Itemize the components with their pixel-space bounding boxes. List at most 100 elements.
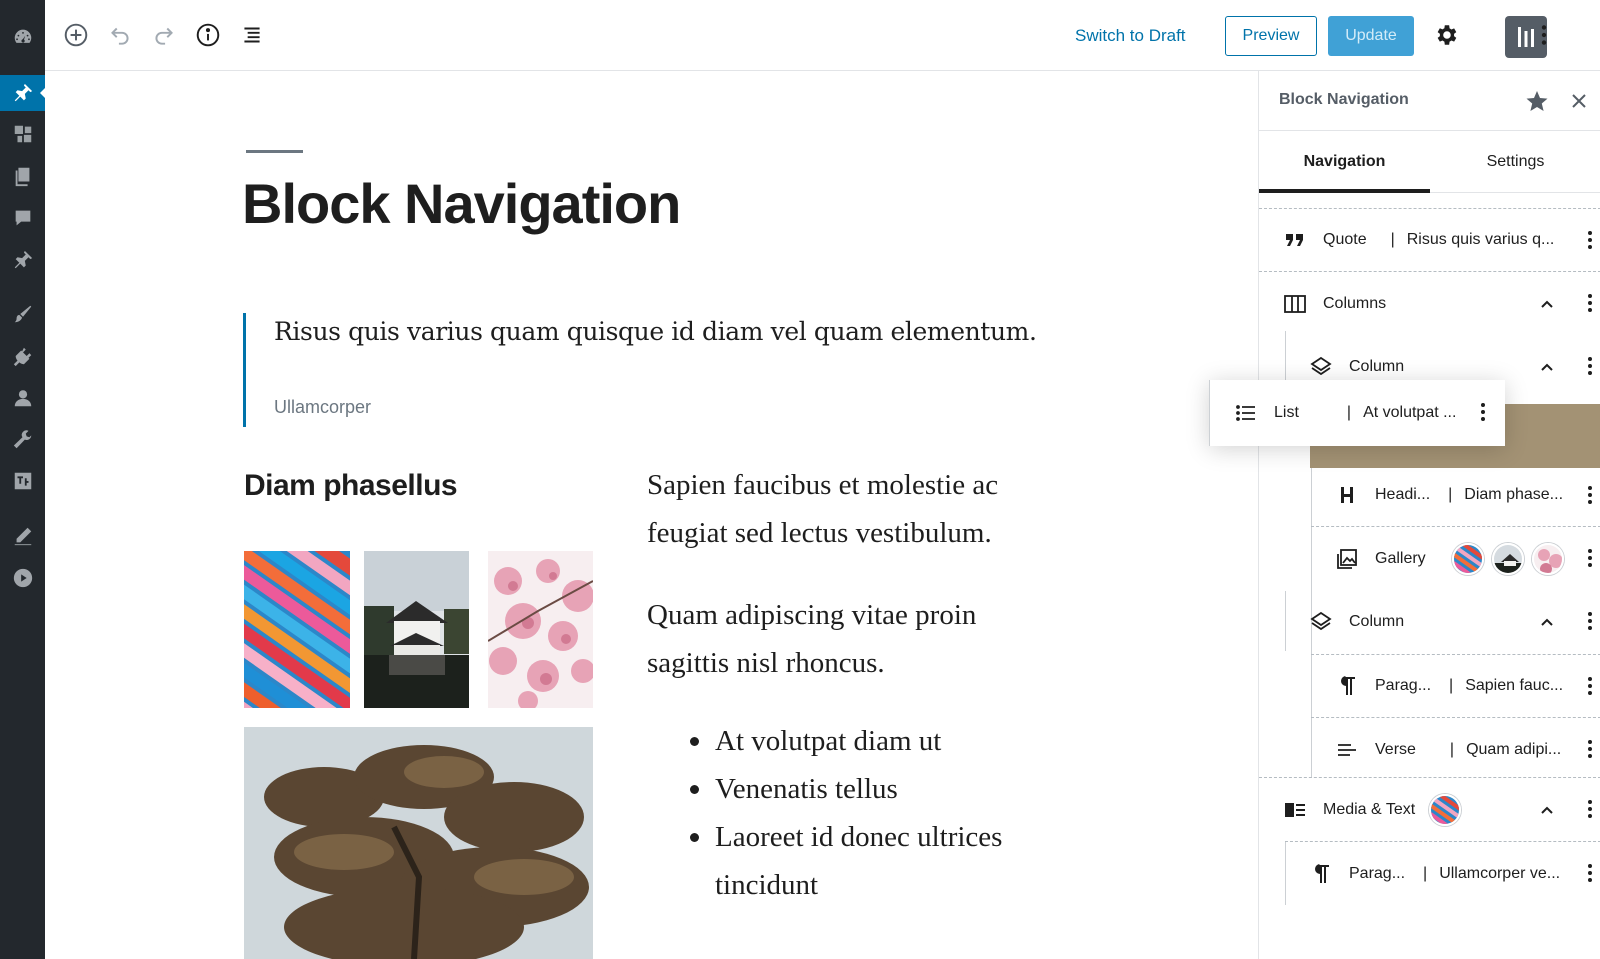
gallery-thumb-lanterns bbox=[1451, 543, 1484, 575]
list-item: Venenatis tellus bbox=[690, 765, 1005, 813]
settings-gear-icon[interactable] bbox=[1428, 17, 1464, 53]
quote-block[interactable]: Risus quis varius quam quisque id diam v… bbox=[243, 313, 1037, 427]
verse-line: Quam adipiscing vitae proin bbox=[647, 599, 977, 631]
nav-item-gallery[interactable]: Gallery bbox=[1311, 527, 1600, 591]
item-options-icon[interactable] bbox=[1587, 357, 1593, 377]
paragraph-icon bbox=[1307, 860, 1335, 888]
nav-item-column-2[interactable]: Column bbox=[1307, 590, 1600, 654]
update-button[interactable]: Update bbox=[1328, 16, 1414, 56]
star-icon[interactable] bbox=[1525, 89, 1549, 113]
pin-icon[interactable] bbox=[0, 242, 45, 278]
quote-icon bbox=[1281, 226, 1309, 254]
item-options-icon[interactable] bbox=[1587, 677, 1593, 697]
quote-text[interactable]: Risus quis varius quam quisque id diam v… bbox=[274, 317, 1037, 346]
switch-to-draft-link[interactable]: Switch to Draft bbox=[1075, 22, 1186, 50]
nav-item-paragraph[interactable]: Parag... | Sapien fauc... bbox=[1311, 654, 1600, 718]
list-item: Laoreet id donec ultrices tincidunt bbox=[690, 813, 1005, 909]
nav-item-separator: | bbox=[1390, 231, 1395, 248]
gallery-image-pine-tree[interactable] bbox=[244, 727, 593, 959]
verse-text[interactable]: Quam adipiscing vitae proin sagittis nis… bbox=[647, 591, 1027, 687]
preview-button[interactable]: Preview bbox=[1225, 16, 1317, 56]
nav-item-separator: | bbox=[1423, 864, 1428, 882]
drag-ghost-row: List | At volutpat ... bbox=[1210, 381, 1506, 445]
appearance-icon[interactable] bbox=[0, 296, 45, 332]
paragraph-icon bbox=[1333, 672, 1361, 700]
block-navigation-icon[interactable] bbox=[234, 17, 270, 53]
posts-pin-icon[interactable] bbox=[0, 75, 46, 111]
nav-item-label: Parag... bbox=[1349, 864, 1406, 882]
chevron-up-icon[interactable] bbox=[1539, 614, 1555, 630]
nav-item-preview: Sapien fauc... bbox=[1465, 677, 1564, 694]
admin-sidebar bbox=[0, 0, 46, 959]
dashboard-icon[interactable] bbox=[0, 19, 45, 55]
nav-item-heading[interactable]: Headi... | Diam phase... bbox=[1311, 463, 1600, 527]
bullet-list[interactable]: At volutpat diam ut Venenatis tellus Lao… bbox=[690, 717, 1005, 909]
gallery-image-lanterns[interactable] bbox=[244, 551, 350, 708]
paragraph-text[interactable]: Sapien faucibus et molestie ac feugiat s… bbox=[647, 461, 1007, 557]
heading-icon bbox=[1333, 481, 1361, 509]
post-title[interactable]: Block Navigation bbox=[242, 171, 681, 236]
dragged-list-item[interactable]: List | At volutpat ... bbox=[1209, 380, 1505, 446]
editor-toolbar: Switch to Draft Preview Update bbox=[45, 0, 1600, 71]
nav-item-separator: | bbox=[1346, 404, 1352, 421]
redo-icon[interactable] bbox=[146, 17, 182, 53]
item-options-icon[interactable] bbox=[1587, 486, 1593, 506]
panel-header: Block Navigation bbox=[1259, 71, 1600, 131]
nav-item-label: Quote bbox=[1323, 231, 1367, 248]
item-options-icon[interactable] bbox=[1587, 800, 1593, 820]
settings-icon[interactable] bbox=[0, 463, 45, 499]
item-options-icon[interactable] bbox=[1587, 294, 1593, 314]
gallery-icon bbox=[1333, 545, 1361, 573]
collapse-play-icon[interactable] bbox=[0, 560, 45, 596]
title-separator bbox=[246, 150, 303, 153]
item-options-icon[interactable] bbox=[1480, 403, 1486, 423]
chevron-up-icon[interactable] bbox=[1539, 802, 1555, 818]
item-options-icon[interactable] bbox=[1587, 864, 1593, 884]
nav-item-label: Column bbox=[1349, 358, 1405, 375]
nav-item-separator: | bbox=[1449, 677, 1454, 694]
gallery-image-blossoms[interactable] bbox=[488, 551, 593, 708]
plugins-icon[interactable] bbox=[0, 338, 45, 374]
nav-item-separator: | bbox=[1449, 741, 1455, 758]
close-icon[interactable] bbox=[1569, 91, 1589, 111]
gutenberg-edit-icon[interactable] bbox=[0, 518, 45, 554]
editor-canvas: Block Navigation Risus quis varius quam … bbox=[45, 71, 1258, 959]
comments-icon[interactable] bbox=[0, 200, 45, 236]
info-icon[interactable] bbox=[190, 17, 226, 53]
column-layers-icon bbox=[1307, 608, 1335, 636]
item-options-icon[interactable] bbox=[1587, 231, 1593, 251]
item-options-icon[interactable] bbox=[1587, 612, 1593, 632]
nav-item-label: Parag... bbox=[1375, 677, 1432, 694]
chevron-up-icon[interactable] bbox=[1539, 359, 1555, 375]
gallery-thumb-castle bbox=[1491, 543, 1524, 575]
nav-item-preview: At volutpat ... bbox=[1363, 404, 1457, 421]
more-options-icon[interactable] bbox=[1526, 17, 1562, 53]
pages-icon[interactable] bbox=[0, 158, 45, 194]
tools-icon[interactable] bbox=[0, 422, 45, 458]
chevron-up-icon[interactable] bbox=[1539, 296, 1555, 312]
tab-navigation[interactable]: Navigation bbox=[1259, 131, 1430, 193]
nav-item-quote[interactable]: Quote | Risus quis varius q... bbox=[1259, 208, 1600, 272]
nav-item-columns[interactable]: Columns bbox=[1259, 272, 1600, 336]
nav-item-label: Headi... bbox=[1375, 486, 1431, 503]
media-thumb-lanterns bbox=[1429, 793, 1462, 826]
verse-icon bbox=[1333, 736, 1361, 764]
media-text-icon bbox=[1281, 796, 1309, 824]
nav-item-verse[interactable]: Verse | Quam adipi... bbox=[1311, 718, 1600, 782]
item-options-icon[interactable] bbox=[1587, 549, 1593, 569]
gallery-thumb-blossoms bbox=[1531, 543, 1564, 575]
list-item: At volutpat diam ut bbox=[690, 717, 1005, 765]
users-icon[interactable] bbox=[0, 380, 45, 416]
gallery-image-castle[interactable] bbox=[364, 551, 469, 708]
nav-item-preview: Diam phase... bbox=[1464, 486, 1564, 503]
nav-item-preview: Quam adipi... bbox=[1466, 741, 1562, 758]
tab-settings[interactable]: Settings bbox=[1430, 131, 1600, 193]
media-icon[interactable] bbox=[0, 116, 45, 152]
nav-item-media-text[interactable]: Media & Text bbox=[1259, 777, 1600, 841]
item-options-icon[interactable] bbox=[1587, 740, 1593, 760]
nav-item-paragraph-2[interactable]: Parag... | Ullamcorper ve... bbox=[1285, 841, 1600, 905]
add-block-icon[interactable] bbox=[58, 17, 94, 53]
undo-icon[interactable] bbox=[102, 17, 138, 53]
column-heading[interactable]: Diam phasellus bbox=[244, 469, 458, 503]
quote-citation[interactable]: Ullamcorper bbox=[274, 397, 371, 418]
